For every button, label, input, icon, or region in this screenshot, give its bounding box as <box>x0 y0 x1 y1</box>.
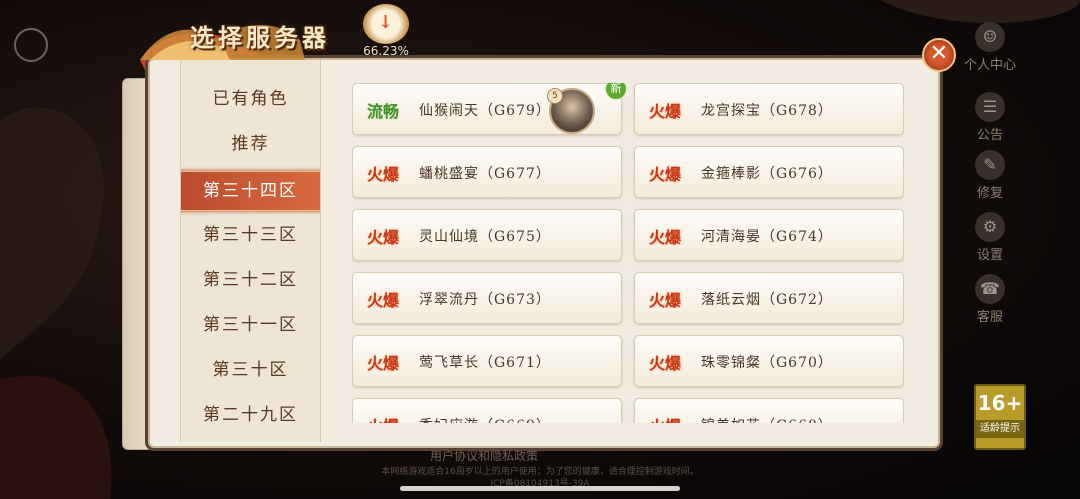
side-item-label: 客服 <box>976 310 1003 325</box>
age-rating-badge[interactable]: 16+ 适龄提示 <box>974 384 1026 450</box>
download-arrow-icon: ↓ <box>378 12 394 33</box>
wrench-icon: ✎ <box>975 150 1005 180</box>
server-card[interactable]: 火爆 灵山仙境（G675） <box>352 209 622 261</box>
server-status: 火爆 <box>649 354 682 373</box>
side-item-customer-service[interactable]: ☎ 客服 <box>958 274 1022 334</box>
new-badge: 新 <box>605 83 627 100</box>
server-card[interactable]: 火爆 河清海晏（G674） <box>634 209 904 261</box>
server-name: 落纸云烟（G672） <box>701 292 833 308</box>
server-status: 火爆 <box>649 165 682 184</box>
footer-line: 本网络游戏适合16周岁以上的用户使用；为了您的健康，请合理控制游戏时间。 <box>381 467 699 477</box>
server-card[interactable]: 火爆 龙宫探宝（G678） <box>634 83 904 135</box>
server-card[interactable]: 流畅 仙猴闹天（G679） 5 新 <box>352 83 627 135</box>
role-avatar: 5 <box>547 88 595 134</box>
age-rating-label: 适龄提示 <box>976 420 1024 438</box>
tab-zone-29[interactable]: 第二十九区 <box>181 396 320 434</box>
server-name: 珠零锦粲（G670） <box>701 355 833 371</box>
server-name: 香妃应游（G669） <box>419 415 551 423</box>
download-button[interactable]: ↓ <box>363 4 409 44</box>
server-name: 莺飞草长（G671） <box>419 355 551 371</box>
server-status: 火爆 <box>649 102 682 121</box>
server-status: 火爆 <box>367 228 400 247</box>
privacy-policy-link[interactable]: 用户协议和隐私政策 <box>430 447 538 464</box>
server-name: 灵山仙境（G675） <box>419 229 551 245</box>
server-status: 火爆 <box>367 165 400 184</box>
server-card[interactable]: 火爆 浮翠流丹（G673） <box>352 272 622 324</box>
game-logo <box>14 28 48 62</box>
server-name: 龙宫探宝（G678） <box>701 103 833 119</box>
side-item-settings[interactable]: ⚙ 设置 <box>958 212 1022 272</box>
server-card[interactable]: 火爆 蟠桃盛宴（G677） <box>352 146 622 198</box>
download-progress: 66.23% <box>363 44 409 58</box>
server-card[interactable]: 火爆 金箍棒影（G676） <box>634 146 904 198</box>
side-item-repair[interactable]: ✎ 修复 <box>958 150 1022 210</box>
server-status: 火爆 <box>649 413 681 423</box>
side-item-notice[interactable]: ☰ 公告 <box>958 92 1022 152</box>
tab-zone-33[interactable]: 第三十三区 <box>181 216 320 254</box>
page-title: 选择服务器 <box>190 23 330 52</box>
notice-icon: ☰ <box>975 92 1005 122</box>
server-status: 火爆 <box>649 228 682 247</box>
person-icon: ☺ <box>975 22 1005 52</box>
side-item-personal-center[interactable]: ☺ 个人中心 <box>958 22 1022 82</box>
side-item-label: 修复 <box>976 186 1003 201</box>
server-card[interactable]: 火爆 落纸云烟（G672） <box>634 272 904 324</box>
server-name: 河清海晏（G674） <box>701 229 833 245</box>
tab-existing-roles[interactable]: 已有角色 <box>181 80 320 118</box>
side-item-label: 个人中心 <box>963 58 1016 73</box>
tab-zone-32[interactable]: 第三十二区 <box>181 261 320 299</box>
server-status: 火爆 <box>367 354 400 373</box>
server-grid: 流畅 仙猴闹天（G679） 5 新 火爆 龙宫探宝（G678） 火爆 蟠桃盛宴（… <box>352 83 904 423</box>
server-card[interactable]: 火爆 莺飞草长（G671） <box>352 335 622 387</box>
server-status: 火爆 <box>649 291 682 310</box>
server-name: 锦美如花（G668） <box>701 415 833 423</box>
role-level-badge: 5 <box>547 88 563 104</box>
server-card[interactable]: 火爆 锦美如花（G668） <box>634 398 904 423</box>
tab-recommended[interactable]: 推荐 <box>181 125 320 163</box>
server-status: 火爆 <box>367 291 400 310</box>
home-indicator[interactable] <box>400 486 680 491</box>
tab-zone-30[interactable]: 第三十区 <box>181 351 320 389</box>
server-status: 火爆 <box>367 413 399 423</box>
tab-zone-31[interactable]: 第三十一区 <box>181 306 320 344</box>
age-rating-number: 16+ <box>977 391 1023 415</box>
server-name: 浮翠流丹（G673） <box>419 292 551 308</box>
server-card[interactable]: 火爆 珠零锦粲（G670） <box>634 335 904 387</box>
server-status: 流畅 <box>367 102 400 121</box>
zone-tab-list: 已有角色 推荐 第三十四区 第三十三区 第三十二区 第三十一区 第三十区 第二十… <box>180 60 321 442</box>
headset-icon: ☎ <box>975 274 1005 304</box>
side-item-label: 公告 <box>976 128 1003 143</box>
tab-zone-34[interactable]: 第三十四区 <box>181 171 320 211</box>
side-item-label: 设置 <box>976 248 1003 263</box>
gear-icon: ⚙ <box>975 212 1005 242</box>
close-button[interactable]: ✕ <box>922 38 956 72</box>
server-name: 金箍棒影（G676） <box>701 166 833 182</box>
server-card[interactable]: 火爆 香妃应游（G669） <box>352 398 622 423</box>
server-name: 仙猴闹天（G679） <box>419 103 551 119</box>
server-name: 蟠桃盛宴（G677） <box>419 166 551 182</box>
